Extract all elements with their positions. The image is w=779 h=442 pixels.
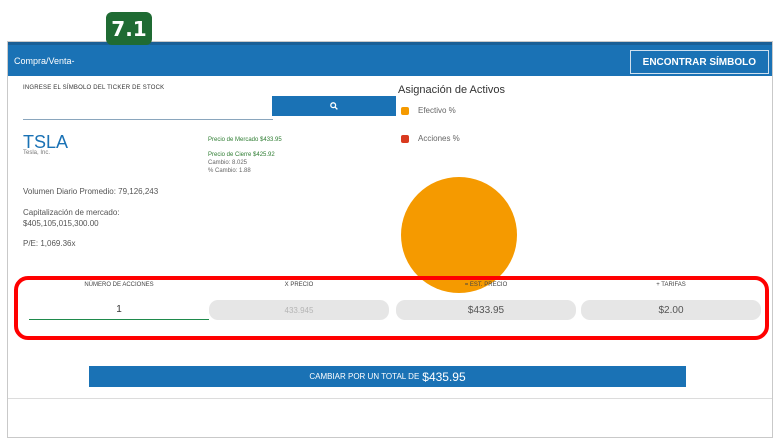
legend-label-cash: Efectivo %: [418, 106, 456, 115]
submit-trade-button[interactable]: CAMBIAR POR UN TOTAL DE $435.95: [89, 366, 686, 387]
qty-header: NÚMERO DE ACCIONES: [84, 282, 154, 288]
fees-field: $2.00: [581, 300, 761, 320]
header-bar: Compra/Venta- ENCONTRAR SÍMBOLO: [8, 42, 772, 76]
find-symbol-button[interactable]: ENCONTRAR SÍMBOLO: [629, 50, 769, 74]
est-price-header: = EST. PRECIO: [464, 282, 508, 288]
estimated-price-field: $433.95: [396, 300, 576, 320]
section-divider: [8, 398, 772, 399]
avg-daily-volume: Volumen Diario Promedio: 79,126,243: [23, 187, 159, 196]
submit-total: $435.95: [422, 369, 466, 384]
legend-swatch-cash: [401, 106, 409, 115]
close-price: Precio de Cierre $425.92: [208, 152, 275, 158]
submit-label: CAMBIAR POR UN TOTAL DE: [309, 372, 420, 381]
legend-label-stocks: Acciones %: [418, 134, 460, 143]
allocation-title: Asignación de Activos: [398, 84, 506, 96]
ticker-input[interactable]: [23, 98, 273, 120]
pe-ratio: P/E: 1,069.36x: [23, 239, 76, 248]
panel-title: Compra/Venta-: [14, 56, 75, 66]
price-field: 433.945: [209, 300, 389, 320]
price-header: X PRECIO: [284, 282, 314, 288]
market-price: Precio de Mercado $433.95: [208, 137, 282, 143]
price-change: Cambio: 8.025: [208, 160, 248, 166]
market-cap-label: Capitalización de mercado:: [23, 208, 120, 217]
fees-header: + TARIFAS: [656, 282, 686, 288]
search-button[interactable]: [272, 96, 396, 116]
legend-swatch-stocks: [401, 134, 409, 143]
quantity-input[interactable]: 1: [29, 300, 209, 320]
market-cap-value: $405,105,015,300.00: [23, 219, 99, 228]
step-badge: 7.1: [106, 12, 152, 45]
company-name: Tesla, Inc.: [23, 150, 51, 156]
legend-stocks: Acciones %: [401, 134, 460, 143]
search-icon: [330, 102, 338, 110]
ticker-input-label: INGRESE EL SÍMBOLO DEL TICKER DE STOCK: [23, 85, 165, 91]
legend-cash: Efectivo %: [401, 106, 456, 115]
percent-change: % Cambio: 1.88: [208, 168, 251, 174]
